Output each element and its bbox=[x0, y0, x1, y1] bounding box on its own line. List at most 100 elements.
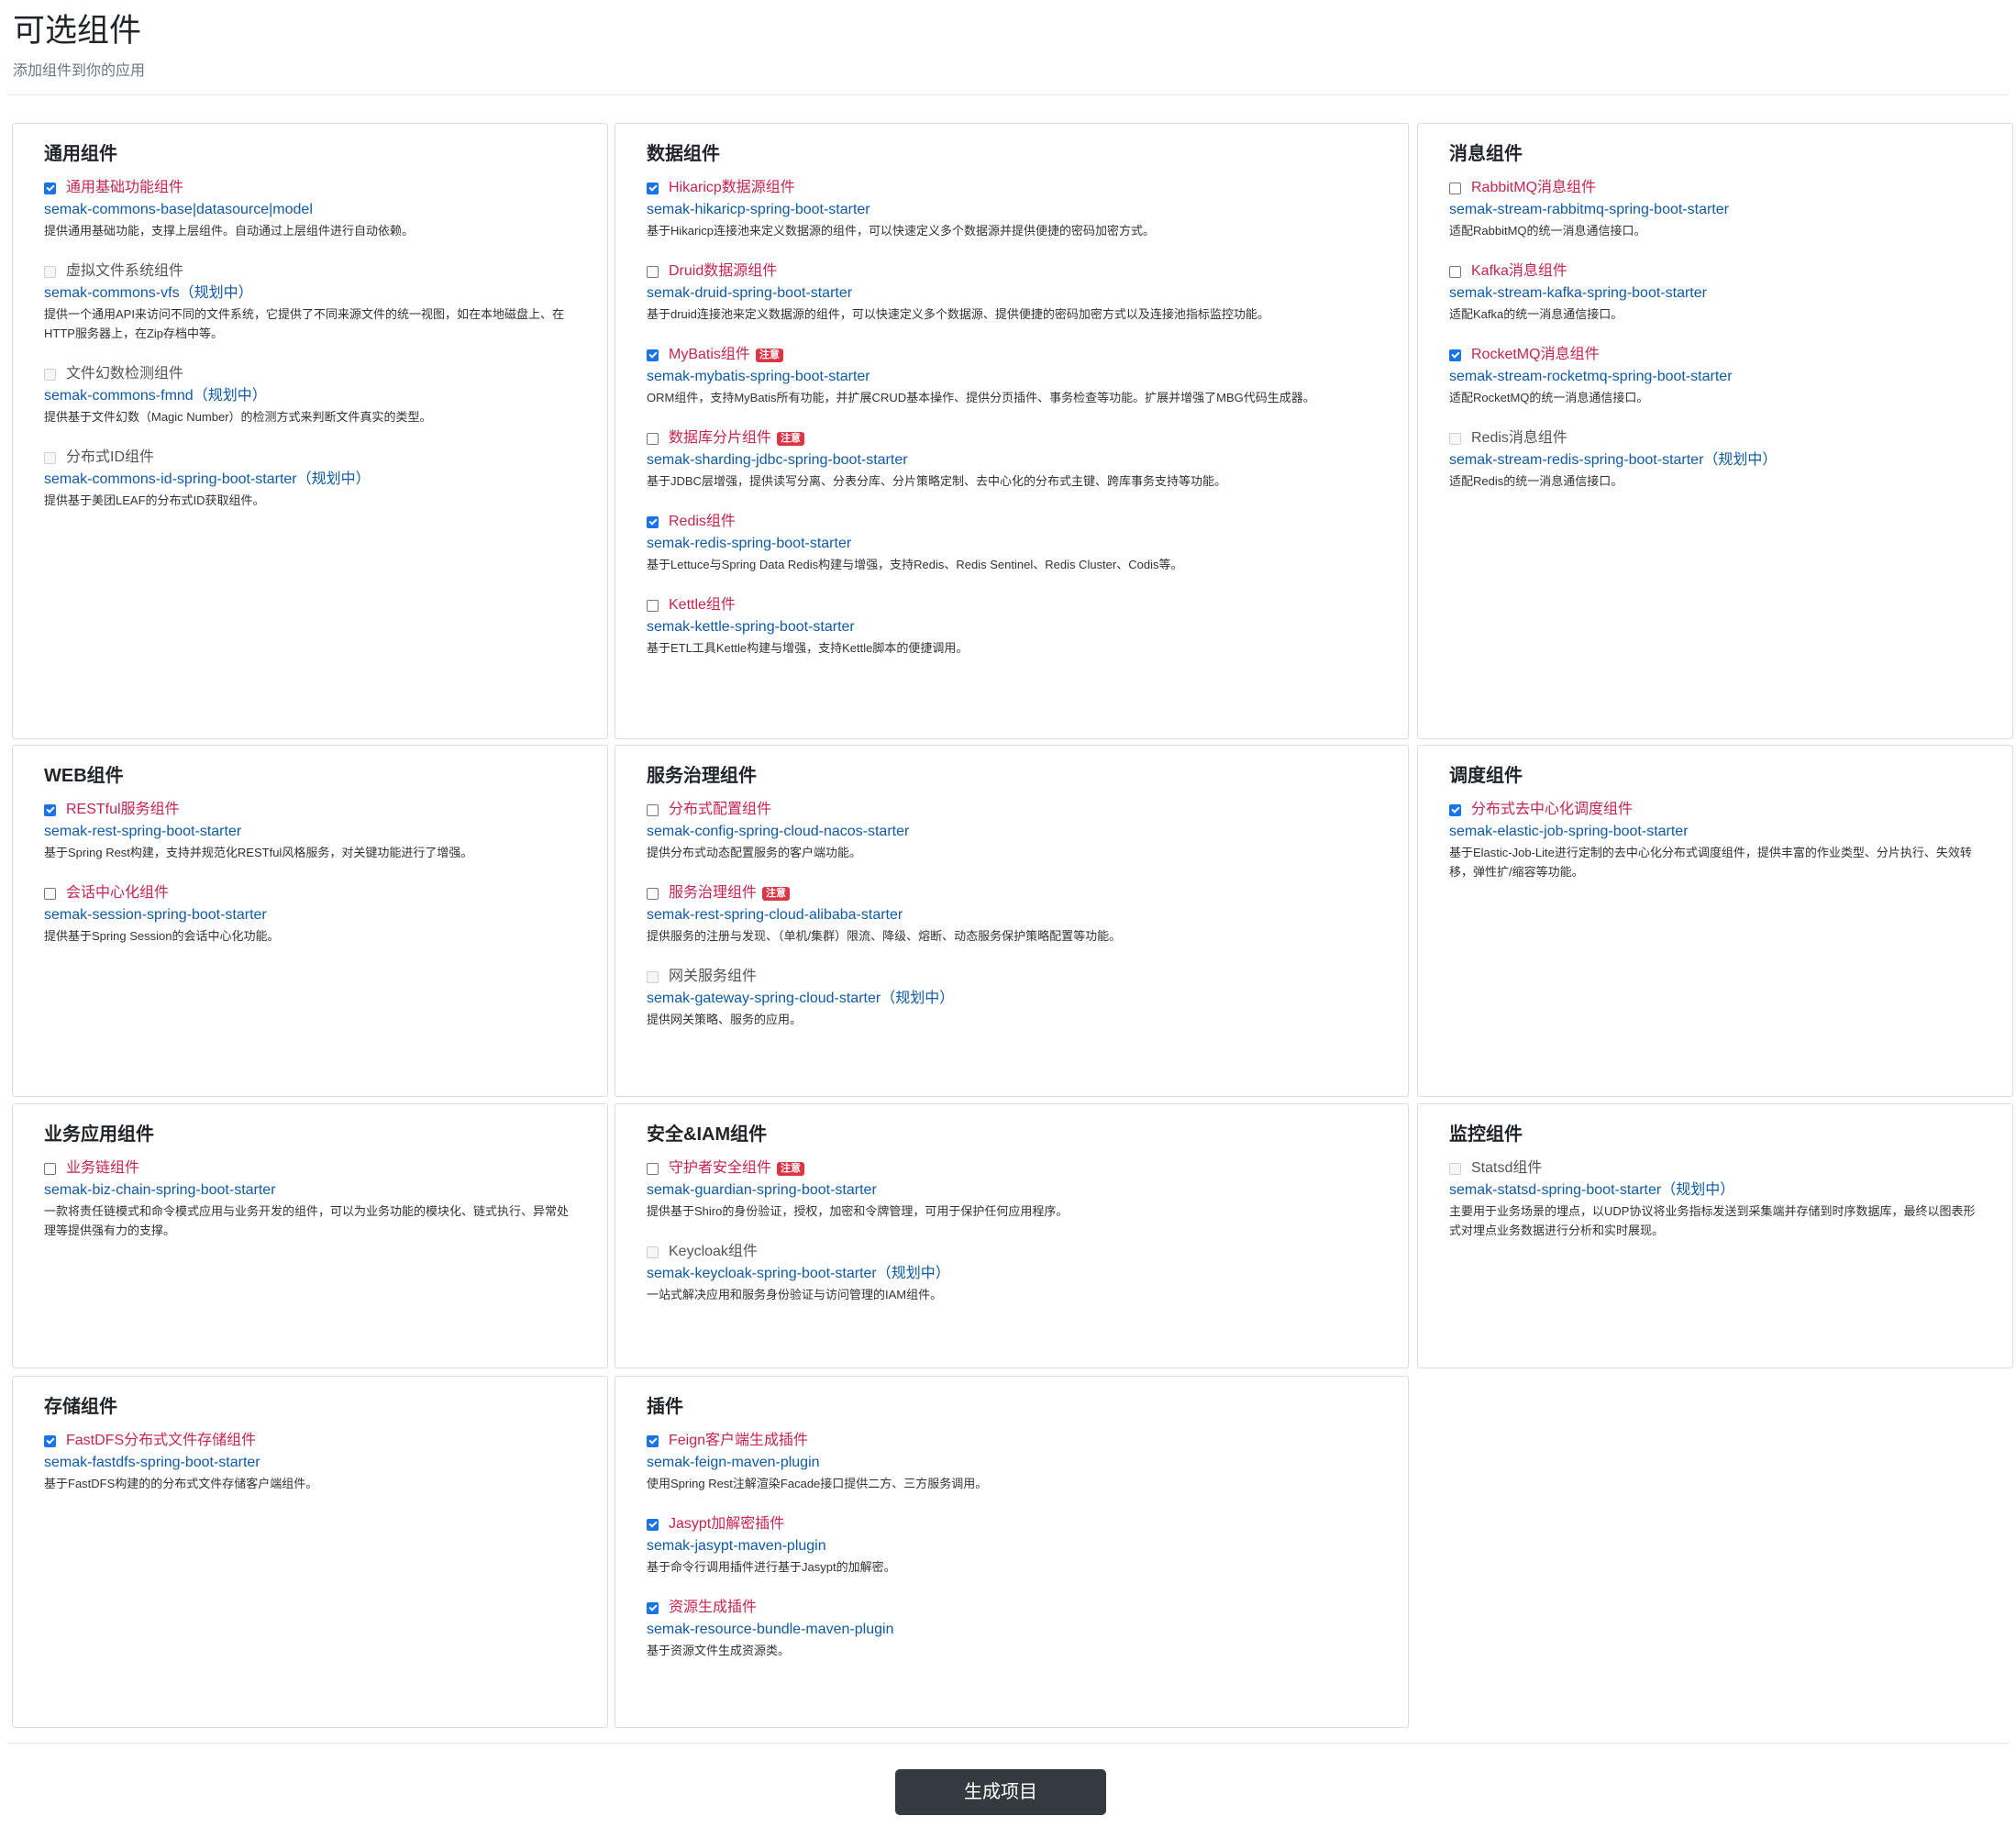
component-item: 文件幻数检测组件 semak-commons-fmnd（规划中） 提供基于文件幻数（… bbox=[44, 363, 576, 426]
component-name[interactable]: RabbitMQ消息组件 bbox=[1471, 179, 1596, 197]
component-name: Statsd组件 bbox=[1471, 1160, 1543, 1176]
card-data: 数据组件 Hikaricp数据源组件 semak-hikaricp-spring-b… bbox=[615, 123, 1409, 739]
component-name[interactable]: Kettle组件 bbox=[669, 596, 736, 615]
component-checkbox[interactable] bbox=[44, 803, 56, 816]
component-checkbox[interactable] bbox=[647, 599, 659, 612]
card-title: 业务应用组件 bbox=[44, 1124, 154, 1145]
component-name[interactable]: 业务链组件 bbox=[66, 1159, 139, 1178]
component-checkbox[interactable] bbox=[44, 1434, 56, 1447]
component-checkbox bbox=[647, 970, 659, 983]
component-header[interactable]: RESTful服务组件 bbox=[44, 799, 576, 821]
component-name[interactable]: 服务治理组件 bbox=[669, 884, 757, 902]
component-header[interactable]: Druid数据源组件 bbox=[647, 260, 1377, 282]
component-name[interactable]: RocketMQ消息组件 bbox=[1471, 346, 1600, 364]
component-name[interactable]: Druid数据源组件 bbox=[669, 262, 777, 281]
component-name: 网关服务组件 bbox=[669, 969, 758, 984]
component-checkbox bbox=[44, 368, 56, 381]
component-description: 基于命令行调用插件进行基于Jasypt的加解密。 bbox=[647, 1560, 896, 1574]
component-description: 适配Kafka的统一消息通信接口。 bbox=[1449, 307, 1623, 321]
warning-badge: 注意 bbox=[777, 431, 805, 446]
component-checkbox[interactable] bbox=[1449, 265, 1461, 278]
component-name[interactable]: Kafka消息组件 bbox=[1471, 262, 1567, 281]
card-title: 插件 bbox=[647, 1397, 683, 1417]
component-header[interactable]: 数据库分片组件 注意 bbox=[647, 427, 1377, 449]
component-checkbox bbox=[1449, 432, 1461, 445]
component-checkbox[interactable] bbox=[1449, 349, 1461, 361]
component-name[interactable]: 通用基础功能组件 bbox=[66, 179, 183, 197]
component-header[interactable]: 服务治理组件 注意 bbox=[647, 882, 1377, 904]
component-artifact: semak-sharding-jdbc-spring-boot-starter bbox=[647, 452, 908, 468]
component-header[interactable]: 会话中心化组件 bbox=[44, 882, 576, 904]
component-name[interactable]: FastDFS分布式文件存储组件 bbox=[66, 1432, 256, 1450]
component-checkbox[interactable] bbox=[647, 265, 659, 278]
component-header[interactable]: RocketMQ消息组件 bbox=[1449, 344, 1981, 366]
component-artifact: semak-commons-vfs（规划中） bbox=[44, 285, 253, 301]
component-header[interactable]: Jasypt加解密插件 bbox=[647, 1513, 1377, 1535]
component-name[interactable]: 会话中心化组件 bbox=[66, 884, 169, 902]
component-header[interactable]: 业务链组件 bbox=[44, 1157, 576, 1179]
component-checkbox[interactable] bbox=[647, 432, 659, 445]
card-business: 业务应用组件 业务链组件 semak-biz-chain-spring-boot-s… bbox=[12, 1103, 608, 1368]
component-name[interactable]: 资源生成插件 bbox=[669, 1599, 757, 1617]
component-checkbox[interactable] bbox=[647, 349, 659, 361]
component-name[interactable]: 分布式去中心化调度组件 bbox=[1471, 801, 1633, 819]
component-name[interactable]: 数据库分片组件 bbox=[669, 429, 771, 448]
component-description: 基于Lettuce与Spring Data Redis构建与增强，支持Redis… bbox=[647, 558, 1183, 571]
component-name[interactable]: 守护者安全组件 bbox=[669, 1159, 771, 1178]
component-checkbox[interactable] bbox=[1449, 803, 1461, 816]
page-subtitle: 添加组件到你的应用 bbox=[13, 63, 146, 79]
component-name[interactable]: RESTful服务组件 bbox=[66, 801, 180, 819]
component-item: MyBatis组件 注意 semak-mybatis-spring-boot-sta… bbox=[647, 344, 1377, 407]
component-header[interactable]: Kafka消息组件 bbox=[1449, 260, 1981, 282]
component-header[interactable]: 通用基础功能组件 bbox=[44, 177, 576, 199]
component-header[interactable]: 资源生成插件 bbox=[647, 1597, 1377, 1619]
component-checkbox[interactable] bbox=[44, 887, 56, 900]
component-header[interactable]: Redis组件 bbox=[647, 511, 1377, 533]
warning-badge: 注意 bbox=[762, 886, 791, 901]
component-item: 虚拟文件系统组件 semak-commons-vfs（规划中） 提供一个通用API来… bbox=[44, 260, 576, 343]
component-header[interactable]: FastDFS分布式文件存储组件 bbox=[44, 1430, 576, 1452]
component-description: 提供基于美团LEAF的分布式ID获取组件。 bbox=[44, 493, 265, 507]
component-name[interactable]: Jasypt加解密插件 bbox=[669, 1515, 784, 1534]
component-description: 适配Redis的统一消息通信接口。 bbox=[1449, 474, 1623, 488]
component-checkbox[interactable] bbox=[647, 515, 659, 528]
generate-project-button[interactable]: 生成项目 bbox=[895, 1769, 1106, 1815]
component-header[interactable]: 分布式去中心化调度组件 bbox=[1449, 799, 1981, 821]
component-description: 基于ETL工具Kettle构建与增强，支持Kettle脚本的便捷调用。 bbox=[647, 641, 969, 655]
component-description: 提供通用基础功能，支撑上层组件。自动通过上层组件进行自动依赖。 bbox=[44, 224, 415, 238]
card-storage: 存储组件 FastDFS分布式文件存储组件 semak-fastdfs-spring… bbox=[12, 1376, 608, 1728]
component-checkbox[interactable] bbox=[647, 1434, 659, 1447]
component-checkbox[interactable] bbox=[647, 1601, 659, 1614]
component-checkbox[interactable] bbox=[44, 1162, 56, 1175]
component-checkbox[interactable] bbox=[647, 182, 659, 194]
card-title: 服务治理组件 bbox=[647, 766, 757, 786]
component-header[interactable]: MyBatis组件 注意 bbox=[647, 344, 1377, 366]
component-checkbox[interactable] bbox=[647, 803, 659, 816]
component-checkbox[interactable] bbox=[44, 182, 56, 194]
component-artifact: semak-stream-kafka-spring-boot-starter bbox=[1449, 285, 1707, 301]
component-item: Feign客户端生成插件 semak-feign-maven-plugin 使用Sp… bbox=[647, 1430, 1377, 1493]
component-checkbox[interactable] bbox=[647, 1518, 659, 1531]
component-header[interactable]: 守护者安全组件 注意 bbox=[647, 1157, 1377, 1179]
component-name[interactable]: MyBatis组件 bbox=[669, 346, 750, 364]
card-title: 监控组件 bbox=[1449, 1124, 1523, 1145]
component-header[interactable]: RabbitMQ消息组件 bbox=[1449, 177, 1981, 199]
component-checkbox[interactable] bbox=[647, 887, 659, 900]
component-item: 服务治理组件 注意 semak-rest-spring-cloud-alibaba-… bbox=[647, 882, 1377, 946]
component-artifact: semak-stream-rocketmq-spring-boot-starte… bbox=[1449, 369, 1733, 384]
component-name[interactable]: Feign客户端生成插件 bbox=[669, 1432, 808, 1450]
component-header[interactable]: Feign客户端生成插件 bbox=[647, 1430, 1377, 1452]
component-checkbox[interactable] bbox=[647, 1162, 659, 1175]
component-header[interactable]: Hikaricp数据源组件 bbox=[647, 177, 1377, 199]
component-name[interactable]: Redis组件 bbox=[669, 513, 736, 531]
card-governance: 服务治理组件 分布式配置组件 semak-config-spring-cloud-n… bbox=[615, 745, 1409, 1097]
component-name: 分布式ID组件 bbox=[66, 449, 155, 465]
page-header: 可选组件 添加组件到你的应用 bbox=[13, 9, 2003, 81]
component-checkbox[interactable] bbox=[1449, 182, 1461, 194]
component-header[interactable]: 分布式配置组件 bbox=[647, 799, 1377, 821]
component-name[interactable]: 分布式配置组件 bbox=[669, 801, 771, 819]
component-name[interactable]: Hikaricp数据源组件 bbox=[669, 179, 795, 197]
component-header[interactable]: Kettle组件 bbox=[647, 594, 1377, 616]
card-monitoring: 监控组件 Statsd组件 semak-statsd-spring-boot-sta… bbox=[1417, 1103, 2013, 1368]
component-item: 守护者安全组件 注意 semak-guardian-spring-boot-star… bbox=[647, 1157, 1377, 1221]
